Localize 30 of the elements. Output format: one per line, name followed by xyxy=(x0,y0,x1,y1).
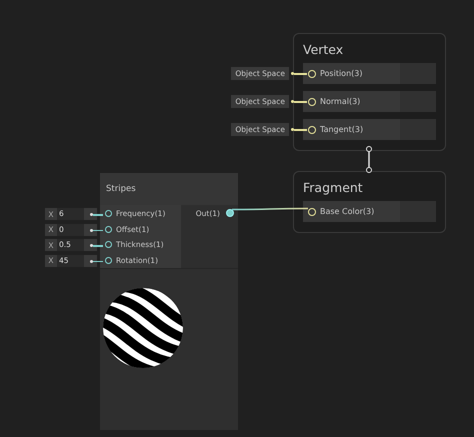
port-icon[interactable] xyxy=(308,126,316,134)
wire-line xyxy=(294,73,307,74)
port-icon[interactable] xyxy=(105,256,112,264)
port-icon[interactable] xyxy=(105,210,112,218)
port-label: Position(3) xyxy=(320,69,362,78)
node-title: Vertex xyxy=(303,41,344,59)
port-label: Tangent(3) xyxy=(320,125,364,134)
wire-line xyxy=(294,129,307,130)
port-icon[interactable] xyxy=(308,70,316,78)
connector-dot-icon xyxy=(291,128,294,131)
port-icon[interactable] xyxy=(105,241,112,248)
wire-line xyxy=(93,260,103,262)
port-icon[interactable] xyxy=(105,226,112,233)
wire-line xyxy=(93,245,103,246)
wire-line xyxy=(93,214,103,216)
connector-dot-icon xyxy=(291,100,294,103)
connector-dot-icon xyxy=(90,213,93,216)
wire-line xyxy=(294,101,307,102)
port-label: Base Color(3) xyxy=(320,207,374,216)
connector-dot-icon xyxy=(90,244,93,247)
port-label: Normal(3) xyxy=(320,97,360,106)
port-icon[interactable] xyxy=(308,98,316,106)
wire-line xyxy=(93,230,103,231)
connector-dot-icon xyxy=(90,228,93,232)
node-title: Fragment xyxy=(303,179,363,197)
port-icon[interactable] xyxy=(308,208,316,216)
connector-dot-icon xyxy=(90,260,93,262)
port-icon[interactable] xyxy=(226,209,234,217)
node-title: Stripes xyxy=(106,184,136,194)
connector-dot-icon xyxy=(291,72,294,75)
